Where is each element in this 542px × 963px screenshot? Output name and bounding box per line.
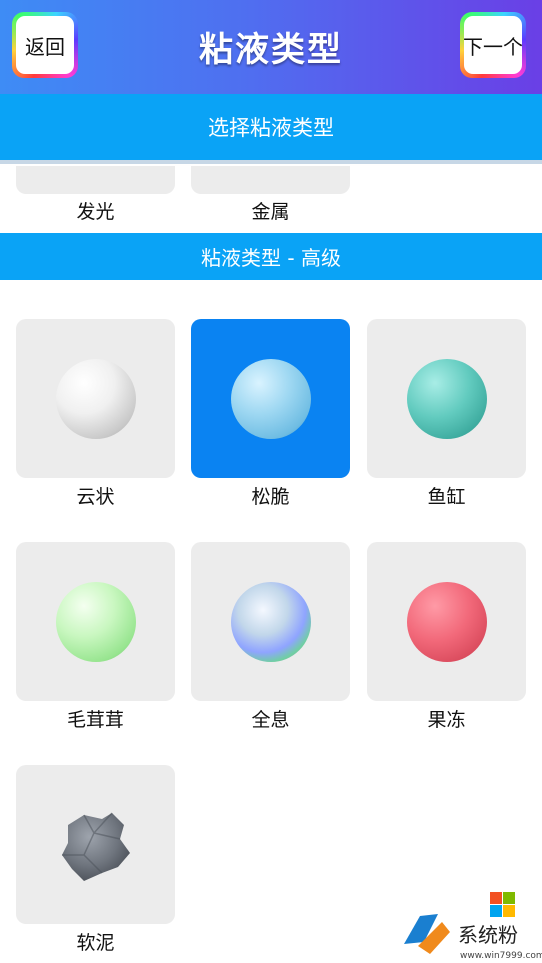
watermark-url: www.win7999.com bbox=[460, 951, 542, 961]
top-bar: 返回 粘液类型 下一个 bbox=[0, 0, 542, 94]
slime-label-crispy: 松脆 bbox=[251, 486, 290, 508]
fluffy-slime-ball-icon bbox=[56, 582, 136, 662]
slime-card-cloud[interactable] bbox=[16, 319, 175, 478]
slime-label-cloud: 云状 bbox=[76, 486, 115, 508]
slime-card-holographic[interactable] bbox=[191, 542, 350, 701]
slime-label-fluffy: 毛茸茸 bbox=[66, 709, 124, 731]
slime-label-holographic: 全息 bbox=[251, 709, 290, 731]
watermark-text: 系统粉 bbox=[458, 923, 518, 947]
fishbowl-slime-ball-icon bbox=[407, 359, 487, 439]
back-button-label: 返回 bbox=[16, 16, 74, 74]
cloud-slime-ball-icon bbox=[56, 359, 136, 439]
slime-card-jelly[interactable] bbox=[367, 542, 526, 701]
page-title: 粘液类型 bbox=[199, 30, 343, 70]
slime-card-fishbowl[interactable] bbox=[367, 319, 526, 478]
crispy-slime-ball-icon bbox=[231, 359, 311, 439]
slime-card-crispy[interactable] bbox=[191, 319, 350, 478]
slime-card-glow[interactable] bbox=[16, 166, 175, 194]
back-button[interactable]: 返回 bbox=[12, 12, 78, 78]
slime-card-fluffy[interactable] bbox=[16, 542, 175, 701]
jelly-slime-ball-icon bbox=[407, 582, 487, 662]
section-bar-select-type: 选择粘液类型 bbox=[0, 94, 542, 164]
slime-card-soft-clay[interactable] bbox=[16, 765, 175, 924]
next-button[interactable]: 下一个 bbox=[460, 12, 526, 78]
slime-label-soft-clay: 软泥 bbox=[76, 932, 115, 954]
soft-clay-blob-icon bbox=[62, 812, 130, 881]
advanced-section-header: 粘液类型 - 高级 bbox=[0, 233, 542, 280]
slime-label-glow: 发光 bbox=[76, 201, 115, 223]
slime-card-metal[interactable] bbox=[191, 166, 350, 194]
site-watermark: 系统粉 www.win7999.com bbox=[404, 892, 542, 961]
slime-label-fishbowl: 鱼缸 bbox=[427, 486, 466, 508]
holographic-slime-ball-icon bbox=[231, 582, 311, 662]
slime-label-jelly: 果冻 bbox=[427, 709, 466, 731]
slime-label-metal: 金属 bbox=[251, 201, 290, 223]
next-button-label: 下一个 bbox=[463, 16, 523, 74]
